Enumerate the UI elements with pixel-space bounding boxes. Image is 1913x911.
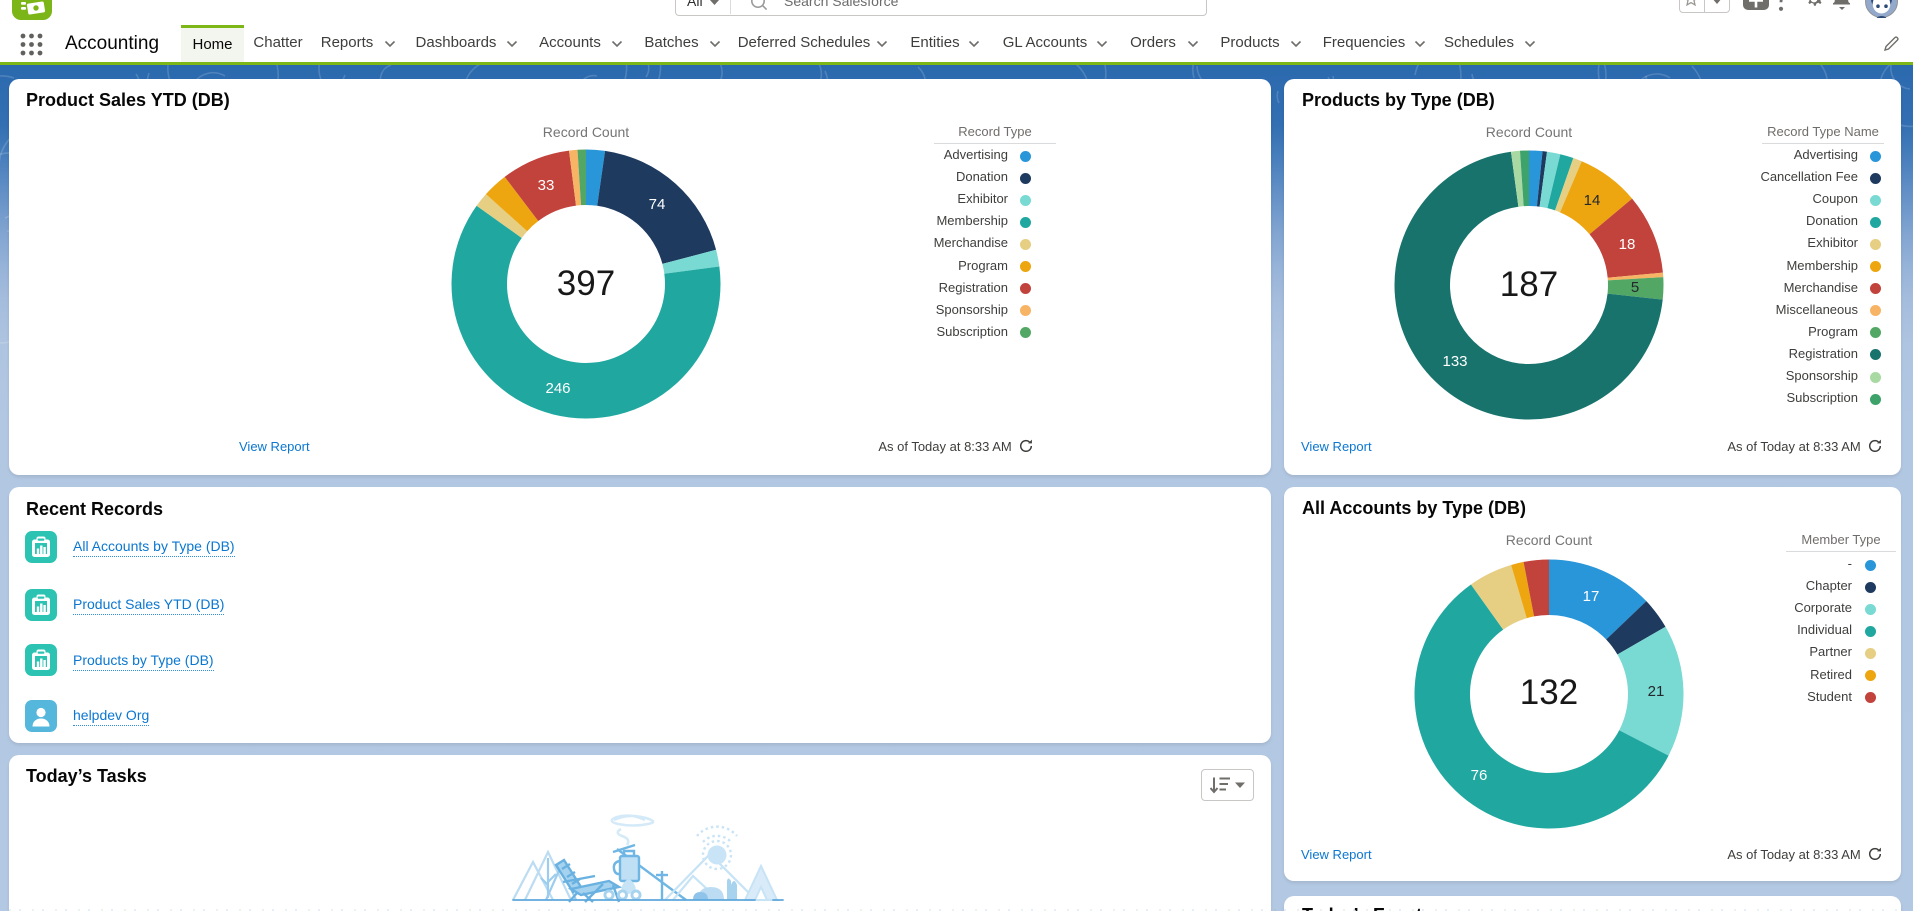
svg-text:74: 74 [649,196,666,213]
svg-text:14: 14 [1584,192,1601,209]
svg-text:33: 33 [538,177,555,194]
svg-text:18: 18 [1619,236,1636,253]
svg-text:5: 5 [1631,279,1639,296]
svg-text:133: 133 [1442,353,1467,370]
svg-text:17: 17 [1583,588,1600,605]
svg-text:246: 246 [545,380,570,397]
svg-text:21: 21 [1648,683,1665,700]
svg-text:76: 76 [1471,767,1488,784]
